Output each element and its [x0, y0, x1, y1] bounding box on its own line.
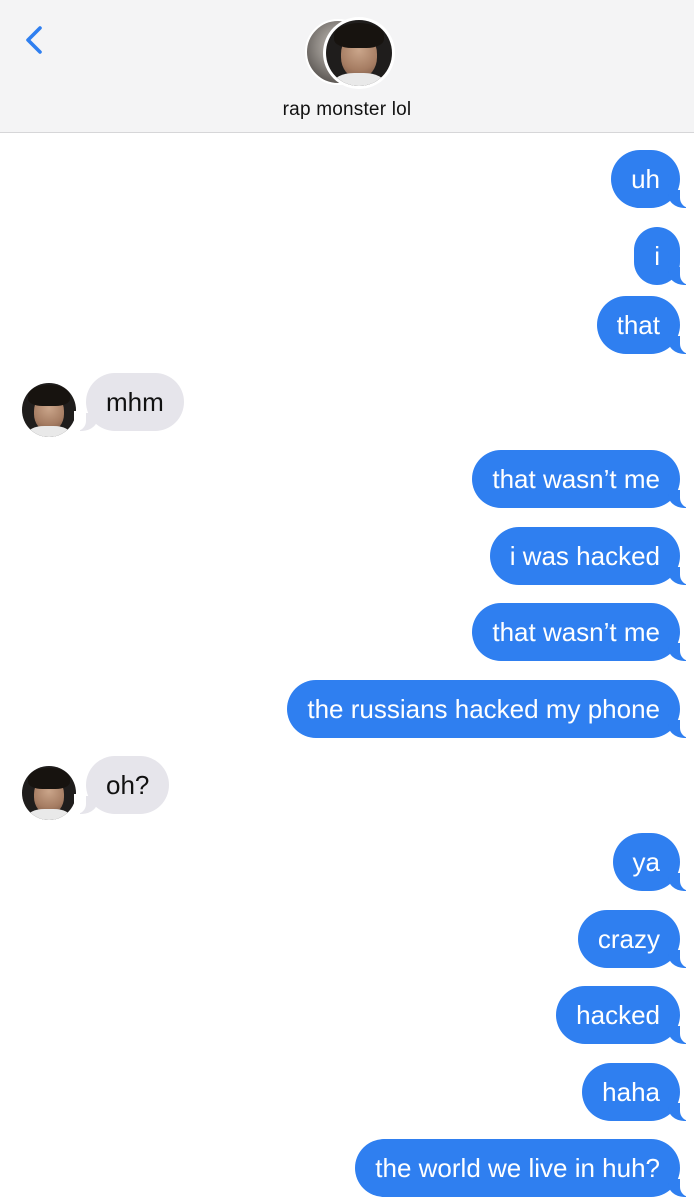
- conversation-header: rap monster lol: [0, 0, 694, 133]
- outgoing-message-bubble[interactable]: ya: [612, 833, 693, 891]
- message-text: that: [616, 309, 660, 340]
- contact-avatar: [323, 17, 395, 89]
- message-thread[interactable]: uh i that mhm that wasn’t me i was hacke…: [0, 134, 694, 1200]
- outgoing-message-bubble[interactable]: hacked: [556, 986, 692, 1044]
- outgoing-message-bubble[interactable]: i was hacked: [489, 527, 693, 585]
- message-text: crazy: [597, 923, 660, 954]
- outgoing-message-bubble[interactable]: the world we live in huh?: [355, 1139, 692, 1197]
- outgoing-message-bubble[interactable]: haha: [582, 1063, 692, 1121]
- incoming-message-bubble[interactable]: mhm: [74, 373, 184, 431]
- chevron-left-icon: [26, 26, 42, 54]
- outgoing-message-bubble[interactable]: crazy: [577, 910, 693, 968]
- message-text: hacked: [576, 999, 660, 1030]
- outgoing-message-bubble[interactable]: that wasn’t me: [472, 603, 692, 661]
- message-text: i: [654, 240, 660, 271]
- message-text: that wasn’t me: [492, 463, 660, 494]
- message-text: oh?: [106, 769, 150, 800]
- message-text: uh: [631, 163, 660, 194]
- contact-name[interactable]: rap monster lol: [0, 99, 694, 121]
- back-button[interactable]: [14, 18, 58, 62]
- message-text: i was hacked: [509, 540, 660, 571]
- message-text: haha: [602, 1076, 660, 1107]
- sender-avatar[interactable]: [22, 766, 76, 820]
- incoming-message-bubble[interactable]: oh?: [73, 756, 170, 814]
- outgoing-message-bubble[interactable]: that: [596, 296, 693, 354]
- outgoing-message-bubble[interactable]: uh: [611, 150, 692, 208]
- contact-avatar-group[interactable]: [305, 17, 397, 91]
- message-text: the russians hacked my phone: [307, 693, 660, 724]
- message-text: ya: [632, 846, 660, 877]
- message-text: the world we live in huh?: [375, 1152, 660, 1183]
- message-text: that wasn’t me: [492, 616, 660, 647]
- outgoing-message-bubble[interactable]: i: [634, 227, 692, 285]
- message-text: mhm: [106, 386, 164, 417]
- outgoing-message-bubble[interactable]: the russians hacked my phone: [287, 680, 692, 738]
- outgoing-message-bubble[interactable]: that wasn’t me: [472, 450, 692, 508]
- sender-avatar[interactable]: [22, 383, 76, 437]
